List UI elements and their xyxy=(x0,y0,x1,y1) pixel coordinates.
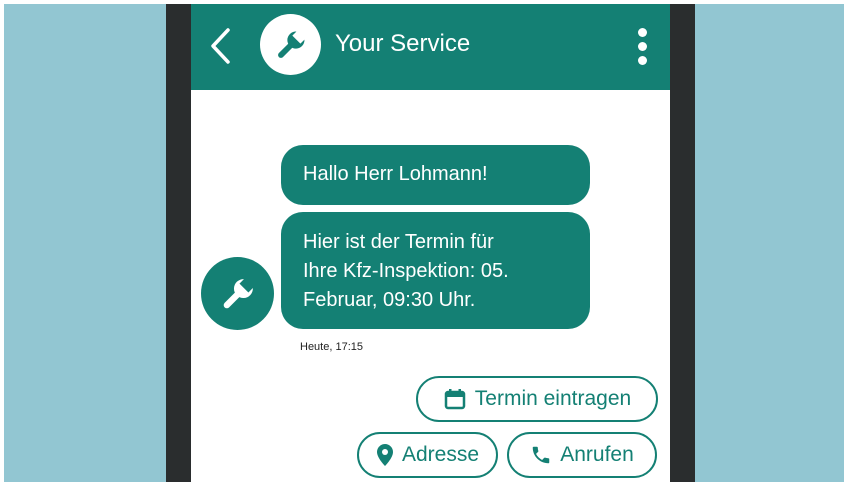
address-button[interactable]: Adresse xyxy=(357,432,498,478)
chat-title: Your Service xyxy=(335,30,471,57)
add-appointment-button[interactable]: Termin eintragen xyxy=(416,376,658,422)
address-label: Adresse xyxy=(401,443,480,466)
back-button[interactable] xyxy=(205,26,235,66)
more-menu-button[interactable] xyxy=(629,20,655,72)
sender-avatar xyxy=(201,257,274,330)
message-bubble-greeting: Hallo Herr Lohmann! xyxy=(281,145,590,205)
message-timestamp: Heute, 17:15 xyxy=(300,341,363,353)
more-vertical-icon xyxy=(637,27,647,37)
wrench-icon xyxy=(277,31,304,58)
more-vertical-icon-dot xyxy=(637,41,647,51)
phone-icon xyxy=(532,446,550,464)
map-pin-icon xyxy=(376,444,393,466)
app-header: Your Service xyxy=(191,4,670,90)
header-avatar xyxy=(260,14,321,75)
calendar-icon xyxy=(444,389,466,410)
chat-screen: Your Service Hallo Herr Lohmann! Hier is… xyxy=(191,4,670,482)
more-vertical-icon-dot xyxy=(637,55,647,65)
message-bubble-appointment: Hier ist der Termin für Ihre Kfz-Inspekt… xyxy=(281,212,590,329)
call-label: Anrufen xyxy=(560,443,634,466)
wrench-icon xyxy=(223,278,253,308)
add-appointment-label: Termin eintragen xyxy=(474,387,632,410)
chevron-left-icon xyxy=(211,28,230,64)
call-button[interactable]: Anrufen xyxy=(507,432,657,478)
